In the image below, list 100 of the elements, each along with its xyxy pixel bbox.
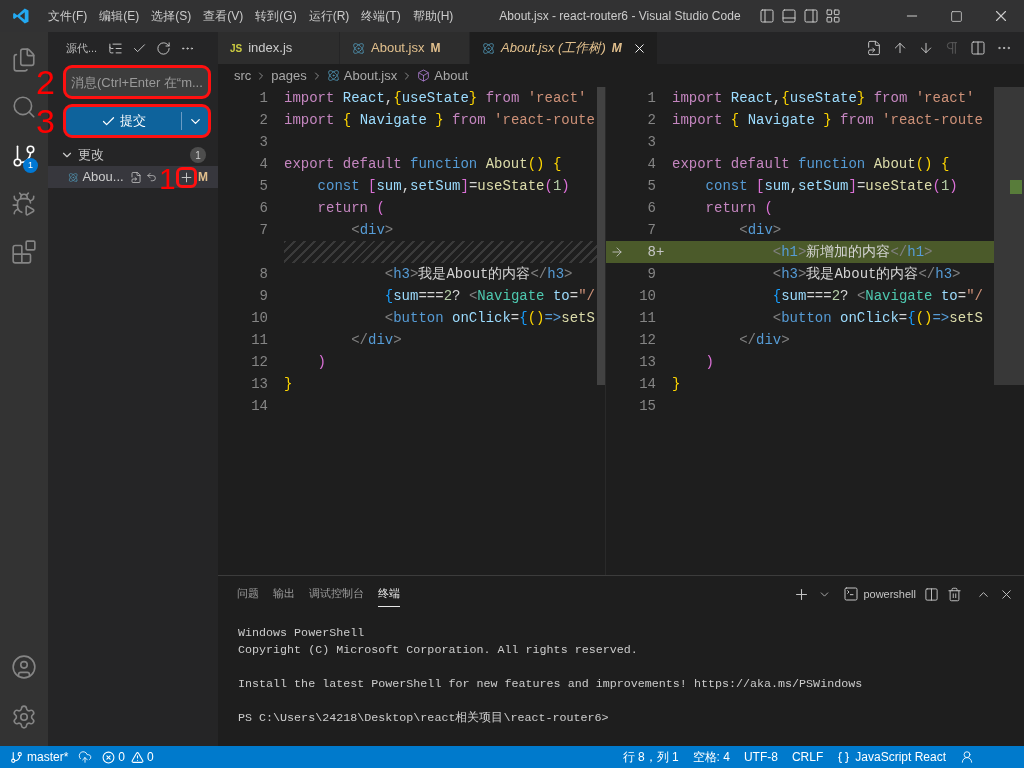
changed-file-row[interactable]: Abou... 1 M	[48, 166, 218, 188]
notification-badge: 1	[23, 158, 38, 173]
indentation[interactable]: 空格: 4	[692, 748, 730, 766]
panel-bottom-icon[interactable]	[780, 8, 797, 24]
line-number: 1	[258, 88, 268, 108]
line-number: 4	[258, 154, 268, 174]
settings-icon[interactable]	[11, 704, 37, 730]
code-line: import { Navigate } from 'react-route	[284, 110, 595, 130]
code-line: }	[672, 374, 681, 394]
line-number: 10	[250, 308, 268, 328]
line-number: 3	[258, 132, 268, 152]
message-field[interactable]: 消息(Ctrl+Enter 在“m...	[66, 68, 208, 96]
editor-tab[interactable]: About.jsx M	[340, 32, 470, 64]
menu-item[interactable]: 查看(V)	[197, 7, 250, 25]
split-editor-icon[interactable]	[970, 40, 986, 56]
menu-item[interactable]: 转到(G)	[249, 7, 303, 25]
branch-item[interactable]: master*	[10, 748, 69, 766]
undo-icon[interactable]	[145, 170, 157, 184]
atom-icon	[326, 69, 340, 82]
line-number: 2	[646, 110, 656, 130]
arrow-right-icon[interactable]	[610, 245, 624, 259]
language-mode[interactable]: JavaScript React	[837, 748, 946, 766]
person-icon[interactable]	[960, 750, 974, 764]
menu-item[interactable]: 帮助(H)	[406, 7, 460, 25]
breadcrumb-item[interactable]: src	[234, 65, 252, 86]
modified-status: M	[611, 40, 622, 57]
breadcrumb-item[interactable]: About.jsx	[343, 65, 398, 86]
search-icon[interactable]	[11, 94, 37, 120]
scrollbar[interactable]	[597, 87, 605, 385]
annotation-number: 3	[36, 104, 55, 138]
changes-header[interactable]: 更改 1	[48, 144, 218, 166]
cursor-position[interactable]: 行 8，列 1	[622, 748, 679, 766]
window-title: About.jsx - react-router6 - Visual Studio Code	[499, 8, 741, 25]
terminal-line: Windows PowerShell	[238, 625, 366, 642]
terminal-line: Install the latest PowerShell for new features and improvements! https://aka.ms/PSWindows	[238, 676, 864, 693]
code-line: <h3>我是About的内容</h3>	[383, 264, 573, 284]
status-letter: M	[198, 169, 208, 186]
annotation-number: 2	[36, 65, 55, 99]
menu-item[interactable]: 运行(R)	[302, 7, 356, 25]
menu-item[interactable]: 文件(F)	[42, 7, 94, 25]
warning-icon	[131, 750, 145, 764]
open-file-icon[interactable]	[866, 40, 882, 56]
line-ending[interactable]: CRLF	[791, 748, 824, 766]
line-number: 6	[646, 198, 656, 218]
panel-right-icon[interactable]	[802, 8, 819, 24]
trash-icon[interactable]	[947, 586, 962, 602]
panel-tab[interactable]: 终端	[378, 581, 400, 607]
panel-tab[interactable]: 输出	[273, 581, 295, 607]
terminal-line: Copyright (C) Microsoft Corporation. All rights reserved.	[238, 642, 639, 659]
code-line: export default function About() {	[672, 154, 950, 174]
atom-icon	[68, 170, 79, 184]
atom-icon	[352, 41, 365, 55]
code-line: import React,{useState} from 'react'	[284, 88, 587, 108]
cloud-upload-icon[interactable]	[78, 750, 93, 764]
refresh-icon[interactable]	[156, 40, 172, 56]
line-number: 13	[638, 352, 656, 372]
tree-icon[interactable]	[108, 40, 124, 56]
files-icon[interactable]	[11, 47, 37, 73]
blocks-icon[interactable]	[11, 239, 37, 265]
code-line: }	[284, 374, 293, 394]
code-line: <h1>新增加的内容</h1>	[771, 242, 933, 262]
line-number: 1	[646, 88, 656, 108]
plus-icon[interactable]	[179, 169, 194, 185]
menu-item[interactable]: 选择(S)	[145, 7, 198, 25]
panel-tab[interactable]: 调试控制台	[309, 581, 364, 607]
bug-play-icon[interactable]	[11, 191, 37, 217]
menu-item[interactable]: 编辑(E)	[93, 7, 146, 25]
line-number: 12	[250, 352, 268, 372]
terminal-icon[interactable]	[843, 586, 860, 602]
line-number: 8	[646, 242, 656, 262]
panel-left-icon[interactable]	[758, 8, 775, 24]
editor-tab[interactable]: JS index.js	[218, 32, 340, 64]
maximize-icon[interactable]	[949, 9, 963, 23]
menu-item[interactable]: 终端(T)	[355, 7, 407, 25]
split-terminal-icon[interactable]	[924, 586, 939, 602]
terminal-name[interactable]: powershell	[863, 585, 916, 603]
added-marker: +	[656, 242, 665, 262]
code-line: <button onClick={()=>setS	[771, 308, 983, 328]
code-line: </div>	[350, 330, 402, 350]
code-line: const [sum,setSum]=useState(1)	[704, 176, 958, 196]
encoding[interactable]: UTF-8	[743, 748, 778, 766]
code-line: return (	[316, 198, 385, 218]
problems-item[interactable]: 0 0	[102, 748, 154, 766]
panel-tab[interactable]: 问题	[237, 581, 259, 607]
editor-tab[interactable]: About.jsx (工作树) M	[470, 32, 658, 64]
line-number: 6	[258, 198, 268, 218]
cube-icon	[417, 69, 431, 82]
arrow-down-icon[interactable]	[918, 40, 934, 56]
code-line: import { Navigate } from 'react-route	[672, 110, 983, 130]
code-line: )	[316, 352, 326, 372]
layout-icon[interactable]	[824, 8, 841, 24]
breadcrumb-item[interactable]: pages	[271, 65, 307, 86]
error-icon	[102, 750, 116, 764]
line-number: 9	[646, 264, 656, 284]
arrow-up-icon[interactable]	[892, 40, 908, 56]
open-file-icon[interactable]	[129, 169, 142, 185]
line-number: 13	[250, 374, 268, 394]
code-line: <div>	[738, 220, 782, 240]
account-icon[interactable]	[11, 654, 37, 680]
breadcrumb-item[interactable]: About	[434, 65, 469, 86]
